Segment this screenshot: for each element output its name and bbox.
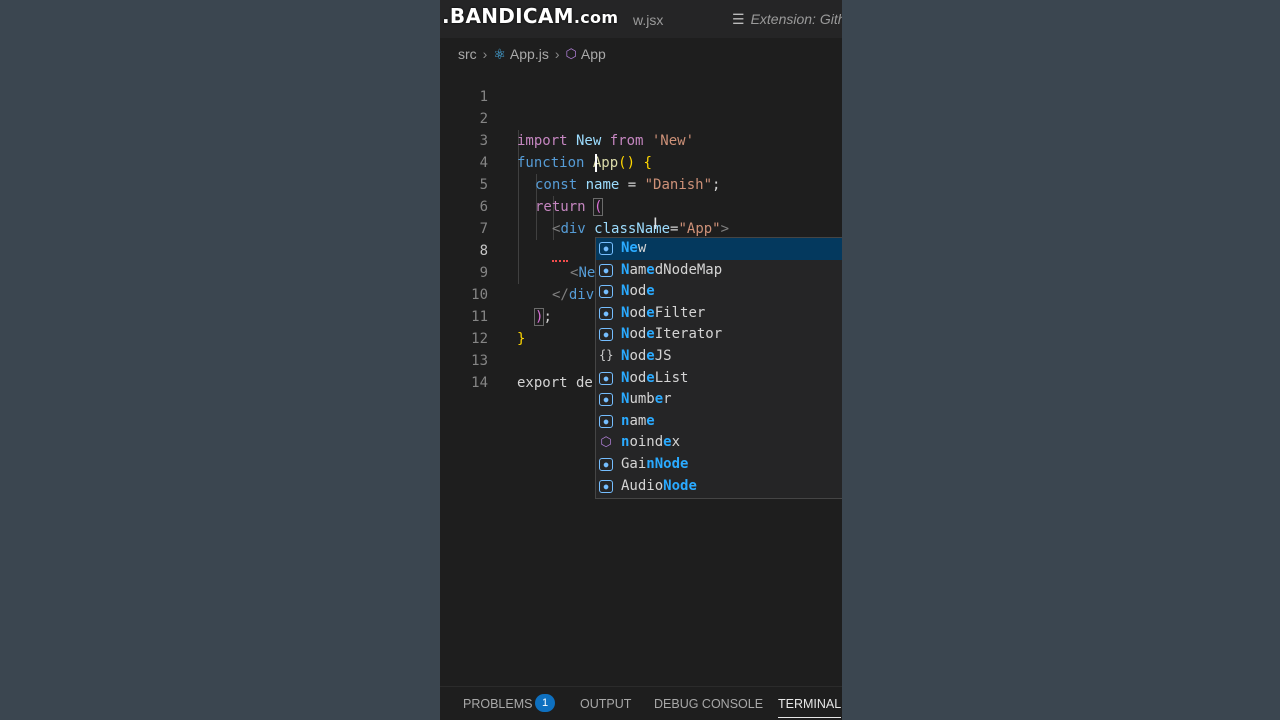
watermark-main: .BANDICAM — [442, 4, 574, 28]
code-line-5: 5 return ( — [440, 152, 842, 216]
suggestion-label: GainNode — [621, 456, 689, 472]
variable-icon: ● — [599, 393, 613, 407]
variable-icon: ● — [599, 328, 613, 342]
tab-extension[interactable]: ☰ Extension: Gith — [732, 11, 842, 28]
tab-bar: w.jsx ☰ Extension: Gith .BANDICAM.com — [440, 0, 842, 38]
suggestion-item[interactable]: ● New — [596, 238, 842, 260]
breadcrumb-symbol[interactable]: App — [581, 46, 606, 62]
suggestion-label: name — [621, 412, 655, 429]
property-cube-icon: ⬡ — [600, 435, 612, 451]
suggestion-label: NodeJS — [621, 348, 672, 364]
autocomplete-widget[interactable]: ● New ● NamedNodeMap ● Node ● NodeFilter ● NodeIt… — [595, 237, 842, 499]
error-squiggle — [552, 257, 568, 262]
react-icon: ⚛ — [493, 45, 506, 62]
watermark-suffix: .com — [573, 8, 619, 27]
suggestion-label: NodeIterator — [621, 326, 723, 343]
code-fragment: de — [567, 375, 593, 391]
suggestion-item[interactable]: ● name — [596, 411, 842, 433]
suggestion-label: Number — [621, 391, 672, 408]
bottom-panel-tabs: PROBLEMS 1 OUTPUT DEBUG CONSOLE TERMINAL — [440, 686, 842, 720]
suggestion-item[interactable]: {} NodeJS — [596, 346, 842, 368]
breadcrumb-file[interactable]: App.js — [510, 46, 549, 62]
suggestion-label: NamedNodeMap — [621, 261, 723, 278]
problems-count-badge: 1 — [535, 694, 555, 712]
suggestion-label: AudioNode — [621, 477, 697, 494]
code-line-2: 2 import New from 'New' — [440, 86, 842, 149]
variable-icon: ● — [599, 263, 613, 277]
tab-output[interactable]: OUTPUT — [580, 697, 631, 711]
code-line-4: 4 const name = "Danish"; — [440, 130, 842, 193]
suggestion-label: noindex — [621, 434, 681, 451]
tab-new-jsx[interactable]: w.jsx — [633, 12, 663, 28]
suggestion-item[interactable]: ● AudioNode — [596, 476, 842, 498]
chevron-right-icon: › — [482, 46, 488, 62]
variable-icon: ● — [599, 458, 613, 471]
suggestion-item[interactable]: ● NamedNodeMap — [596, 260, 842, 282]
breadcrumb: src › ⚛ App.js › ⬡ App — [458, 44, 606, 64]
code-text: export de — [517, 372, 593, 394]
variable-icon: ● — [599, 242, 613, 255]
code-line-3: 3 function App() { — [440, 108, 842, 171]
variable-icon: ● — [599, 371, 613, 385]
code-line-6: 6 <div className="App"> — [440, 174, 842, 237]
symbol-cube-icon: ⬡ — [565, 46, 577, 61]
suggestion-label: NodeFilter — [621, 304, 706, 321]
watermark-logo: .BANDICAM.com — [442, 4, 618, 28]
variable-icon: ● — [599, 479, 613, 493]
suggestion-item[interactable]: ⬡ noindex — [596, 432, 842, 454]
code-editor[interactable]: w.jsx ☰ Extension: Gith .BANDICAM.com src… — [440, 0, 842, 720]
suggestion-item[interactable]: ● Number — [596, 389, 842, 411]
tab-debug-console[interactable]: DEBUG CONSOLE — [654, 697, 763, 711]
suggestion-item[interactable]: ● NodeList — [596, 368, 842, 390]
namespace-icon: {} — [599, 348, 614, 362]
suggestion-label: New — [621, 240, 647, 256]
variable-icon: ● — [599, 306, 613, 320]
tab-problems[interactable]: PROBLEMS — [463, 697, 532, 711]
text-cursor — [595, 154, 597, 172]
ibeam-cursor-icon: Ⅰ — [653, 214, 658, 233]
line-number: 14 — [471, 375, 488, 391]
background-right — [842, 0, 1280, 720]
code-line-7: 7 — [440, 196, 842, 237]
suggestion-label: Node — [621, 283, 655, 300]
suggestion-item[interactable]: ● NodeIterator — [596, 324, 842, 346]
suggestion-label: NodeList — [621, 369, 689, 386]
chevron-right-icon: › — [554, 46, 560, 62]
breadcrumb-folder[interactable]: src — [458, 46, 477, 62]
tab-terminal[interactable]: TERMINAL — [778, 697, 842, 718]
preview-icon: ☰ — [732, 11, 745, 27]
suggestion-item[interactable]: ● GainNode — [596, 454, 842, 476]
suggestion-item[interactable]: ● Node — [596, 281, 842, 303]
variable-icon: ● — [599, 414, 613, 428]
suggestion-item[interactable]: ● NodeFilter — [596, 303, 842, 325]
code-line-1: 1 — [440, 64, 842, 105]
keyword-export: export — [517, 375, 568, 391]
background-left — [0, 0, 440, 720]
tab-extension-label: Extension: Gith — [750, 11, 842, 27]
variable-icon: ● — [599, 285, 613, 299]
